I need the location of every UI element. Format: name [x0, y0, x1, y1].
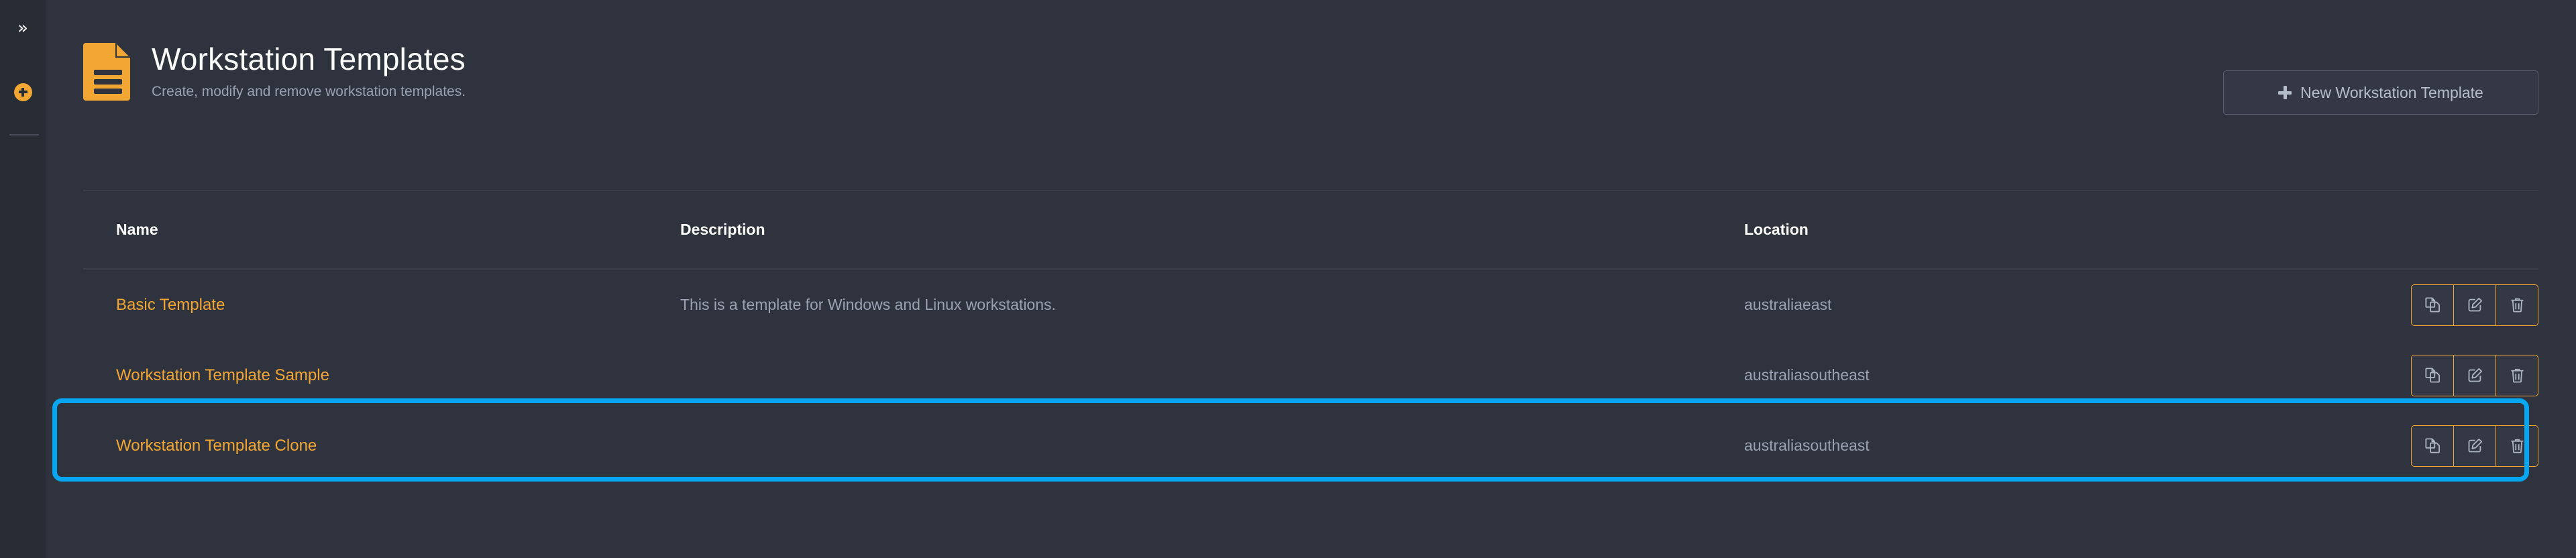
delete-icon: [2508, 296, 2526, 314]
page-subtitle: Create, modify and remove workstation te…: [152, 84, 466, 100]
table-row[interactable]: Workstation Template Sample australiasou…: [46, 340, 2576, 410]
page-title: Workstation Templates: [152, 42, 466, 76]
column-header-location: Location: [1744, 221, 1809, 238]
cell-location: australiasoutheast: [1744, 437, 1870, 454]
page-header-inner: Workstation Templates Create, modify and…: [83, 34, 466, 101]
copy-icon: [2424, 366, 2442, 384]
table-row[interactable]: Basic Template This is a template for Wi…: [46, 270, 2576, 340]
delete-icon: [2508, 437, 2526, 455]
edit-button[interactable]: [2453, 354, 2496, 396]
edit-icon: [2466, 296, 2484, 314]
cell-actions: [2341, 284, 2538, 326]
cell-description: This is a template for Windows and Linux…: [680, 296, 1056, 313]
left-rail: »: [0, 0, 46, 558]
cell-name: Workstation Template Clone: [83, 437, 680, 455]
row-action-group: [2411, 354, 2538, 396]
plus-icon: [2278, 86, 2292, 99]
cell-name: Workstation Template Sample: [83, 366, 680, 385]
table-body: Basic Template This is a template for Wi…: [46, 270, 2576, 481]
column-header-description: Description: [680, 221, 765, 238]
row-action-group: [2411, 425, 2538, 467]
templates-table: Name Description Location Basic Template…: [46, 190, 2576, 481]
template-link[interactable]: Basic Template: [116, 296, 225, 314]
table-row[interactable]: Workstation Template Clone australiasout…: [46, 410, 2576, 481]
double-chevron-right-glyph: »: [17, 18, 28, 38]
copy-icon: [2424, 437, 2442, 455]
edit-button[interactable]: [2453, 425, 2496, 467]
column-header-name: Name: [116, 221, 158, 238]
cell-location: australiaeast: [1744, 296, 1832, 313]
row-action-group: [2411, 284, 2538, 326]
edit-button[interactable]: [2453, 284, 2496, 326]
copy-button[interactable]: [2411, 425, 2454, 467]
new-workstation-template-button[interactable]: New Workstation Template: [2223, 70, 2538, 115]
template-link[interactable]: Workstation Template Clone: [116, 437, 317, 455]
add-button[interactable]: [0, 77, 46, 107]
expand-sidebar-icon[interactable]: »: [0, 13, 46, 43]
copy-button[interactable]: [2411, 354, 2454, 396]
copy-icon: [2424, 296, 2442, 314]
plus-circle-icon: [13, 82, 32, 101]
delete-button[interactable]: [2496, 354, 2538, 396]
new-workstation-template-label: New Workstation Template: [2300, 83, 2483, 101]
main-content: Workstation Templates Create, modify and…: [46, 0, 2576, 558]
cell-location: australiasoutheast: [1744, 366, 1870, 384]
table-header-row: Name Description Location: [46, 191, 2576, 268]
rail-divider: [9, 134, 39, 135]
page-header: Workstation Templates Create, modify and…: [46, 0, 2576, 190]
app-root: » Workstation Templates Create, modify a…: [0, 0, 2576, 558]
title-block: Workstation Templates Create, modify and…: [152, 34, 466, 100]
delete-button[interactable]: [2496, 284, 2538, 326]
template-link[interactable]: Workstation Template Sample: [116, 366, 329, 384]
delete-icon: [2508, 366, 2526, 384]
edit-icon: [2466, 366, 2484, 384]
delete-button[interactable]: [2496, 425, 2538, 467]
edit-icon: [2466, 437, 2484, 455]
cell-actions: [2341, 425, 2538, 467]
copy-button[interactable]: [2411, 284, 2454, 326]
cell-actions: [2341, 354, 2538, 396]
document-template-icon: [83, 40, 133, 101]
cell-name: Basic Template: [83, 296, 680, 315]
